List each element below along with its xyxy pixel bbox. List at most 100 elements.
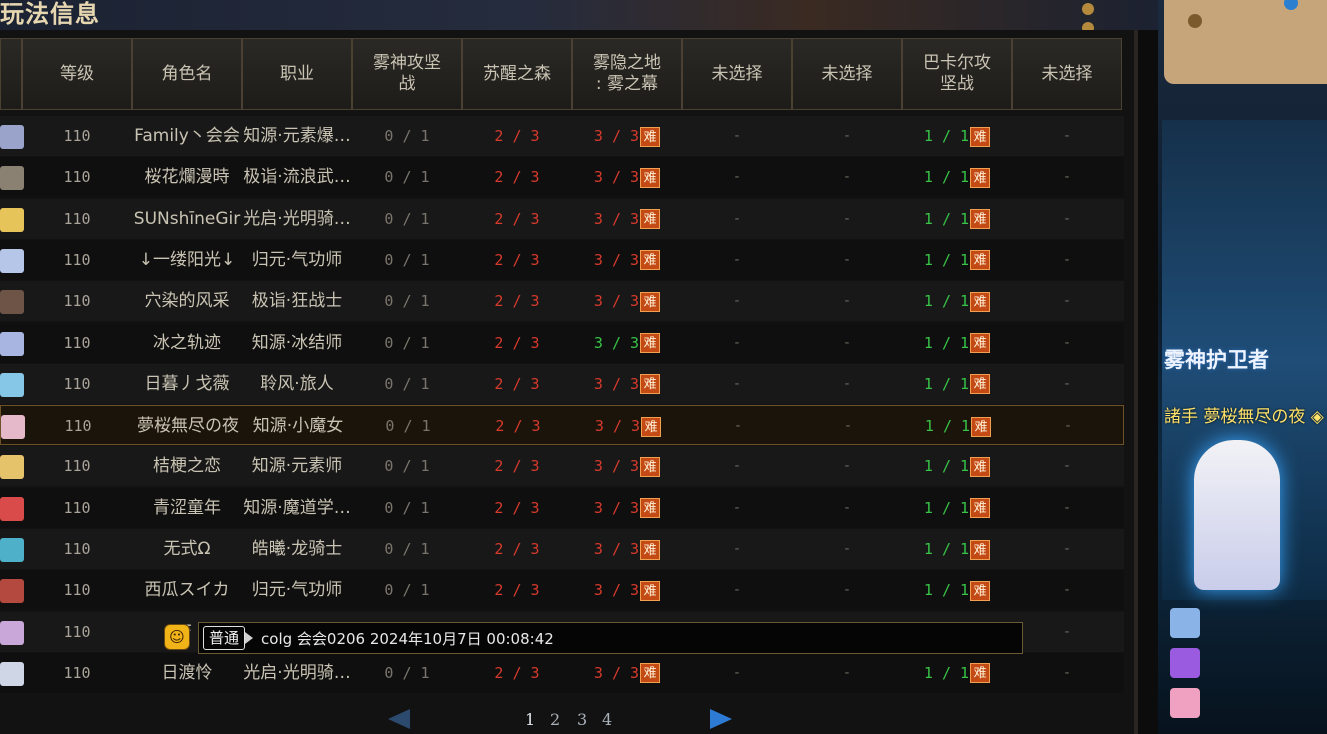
empty-cell: - [1062,210,1072,227]
progress-cell: 2 / 3 [494,209,540,228]
empty-cell: - [1062,128,1072,144]
column-header-5: 苏醒之森 [462,38,572,110]
next-page-icon[interactable] [710,709,732,729]
column-header-4: 雾神攻坚 战 [352,38,462,110]
empty-cell: - [1062,458,1072,475]
hard-badge-icon: 难 [640,456,661,477]
hard-badge-icon: 难 [971,416,992,437]
hard-badge-icon: 难 [970,126,991,147]
progress-value: 3 / 3 [593,498,640,517]
table-row[interactable]: 110 桔梗之恋 知源·元素师 0 / 12 / 33 / 3难--1 / 1难- [0,446,1124,487]
character-avatar-icon [1,415,25,440]
progress-value: 3 / 3 [593,374,640,393]
job-cell: 知源·冰结师 [251,332,343,353]
progress-cell: 3 / 3难 [572,240,682,280]
chat-message: colg 会会0206 2024年10月7日 00:08:42 [261,629,554,648]
hard-badge-icon: 难 [640,580,661,601]
character-avatar-icon [0,290,24,315]
progress-value: 3 / 3 [593,457,640,476]
job-cell: 极诣·流浪武… [243,167,351,188]
empty-cell: - [732,210,742,227]
empty-cell: - [1062,169,1072,186]
progress-cell: 2 / 3 [494,168,540,187]
table-row[interactable]: 110 日暮丿戈薇 聆风·旅人 0 / 12 / 33 / 3难--1 / 1难- [0,363,1124,404]
table-row[interactable]: 110 穴染的风采 极诣·狂战士 0 / 12 / 33 / 3难--1 / 1难- [0,281,1124,322]
level-cell: 110 [63,540,91,558]
table-row[interactable]: 110 桜花爛漫時 极诣·流浪武… 0 / 12 / 33 / 3难--1 / 1难- [0,157,1124,198]
table-row[interactable]: 110 西瓜スイカ 归元·气功师 0 / 12 / 33 / 3难--1 / 1难- [0,570,1124,611]
empty-cell: - [842,458,852,475]
table-row[interactable]: 110 无式Ω 皓曦·龙骑士 0 / 12 / 33 / 3难--1 / 1难- [0,529,1124,569]
job-cell: 聆风·旅人 [260,373,334,394]
job-cell: 光启·光明骑… [243,662,351,683]
empty-cell: - [732,541,742,557]
pagination: 1 2 3 4 [0,700,1134,734]
table-row[interactable]: 110 ↓一缕阳光↓ 归元·气功师 0 / 12 / 33 / 3难--1 / 1难- [0,239,1124,280]
crystal-icon[interactable] [1170,648,1200,678]
level-cell: 110 [63,209,91,228]
table-row[interactable]: 110 Family丶会会 知源·元素爆… 0 / 12 / 33 / 3难--1 /… [0,116,1124,156]
table-row[interactable]: 110 日渡怜 光启·光明骑… 0 / 12 / 33 / 3难--1 / 1难- [0,652,1124,693]
progress-value: 1 / 1 [923,663,970,682]
column-header-0 [0,38,22,110]
table-row[interactable]: 110 夢桜無尽の夜 知源·小魔女 0 / 12 / 33 / 3难--1 / 1难- [0,405,1124,446]
empty-cell: - [732,293,742,310]
progress-cell: 2 / 3 [495,417,541,436]
chat-emoji-icon[interactable]: ☺ [164,624,190,650]
empty-cell: - [842,169,852,186]
hard-badge-icon: 难 [970,209,991,230]
progress-cell: 0 / 1 [384,127,430,145]
hard-badge-icon: 难 [970,456,991,477]
level-cell: 110 [63,622,91,641]
progress-cell: 3 / 3难 [572,653,682,693]
party-member-icon[interactable] [1170,608,1200,638]
hard-badge-icon: 难 [970,333,991,353]
pet-icon[interactable] [1170,688,1200,718]
empty-cell: - [733,418,743,435]
page-2[interactable]: 2 [550,710,560,729]
job-cell: 光启·光明骑… [243,208,351,229]
character-name-cell: 青涩童年 [153,497,221,518]
empty-cell: - [732,251,742,268]
progress-value: 1 / 1 [923,333,970,352]
empty-cell: - [1062,499,1072,516]
progress-cell: 3 / 3难 [572,323,682,363]
character-avatar-icon [0,331,24,356]
player-name-tag: 諸手 夢桜無尽の夜 ◈ [1164,407,1324,427]
job-cell: 知源·小魔女 [252,416,344,437]
level-cell: 110 [63,127,91,145]
table-row[interactable]: 110 SUNshīneGir 光启·光明骑… 0 / 12 / 33 / 3难--1… [0,198,1124,239]
progress-cell: 1 / 1难 [902,446,1012,486]
prev-page-icon[interactable] [388,709,410,729]
progress-cell: 2 / 3 [494,663,540,682]
character-avatar-icon [0,248,24,273]
minimap[interactable] [1164,0,1327,84]
settings-icon[interactable] [1082,3,1094,15]
column-header-1: 等级 [22,38,132,110]
progress-value: 3 / 3 [593,168,640,187]
progress-value: 3 / 3 [593,250,640,269]
progress-cell: 3 / 3难 [572,281,682,321]
progress-cell: 0 / 1 [384,498,430,517]
progress-cell: 3 / 3难 [572,570,682,610]
page-3[interactable]: 3 [577,710,587,729]
character-name-cell: 西瓜スイカ [144,580,230,601]
hard-badge-icon: 难 [970,663,991,684]
table-row[interactable]: 110 青涩童年 知源·魔道学… 0 / 12 / 33 / 3难--1 / 1难- [0,487,1124,528]
empty-cell: - [842,582,852,599]
page-4[interactable]: 4 [602,710,612,729]
empty-cell: - [732,458,742,475]
progress-cell: 0 / 1 [384,581,430,600]
character-avatar-icon [0,620,24,645]
page-1[interactable]: 1 [525,710,535,729]
progress-cell: 1 / 1难 [902,199,1012,239]
hard-badge-icon: 难 [640,498,661,519]
character-name-cell: ↓一缕阳光↓ [138,249,236,270]
level-cell: 110 [63,498,91,517]
progress-value: 3 / 3 [593,127,640,145]
table-row[interactable]: 110 冰之轨迹 知源·冰结师 0 / 12 / 33 / 3难--1 / 1难- [0,322,1124,363]
progress-cell: 3 / 3难 [572,157,682,197]
job-cell: 归元·气功师 [251,580,343,601]
character-name-cell: 无式Ω [163,539,211,559]
empty-cell: - [1062,375,1072,392]
